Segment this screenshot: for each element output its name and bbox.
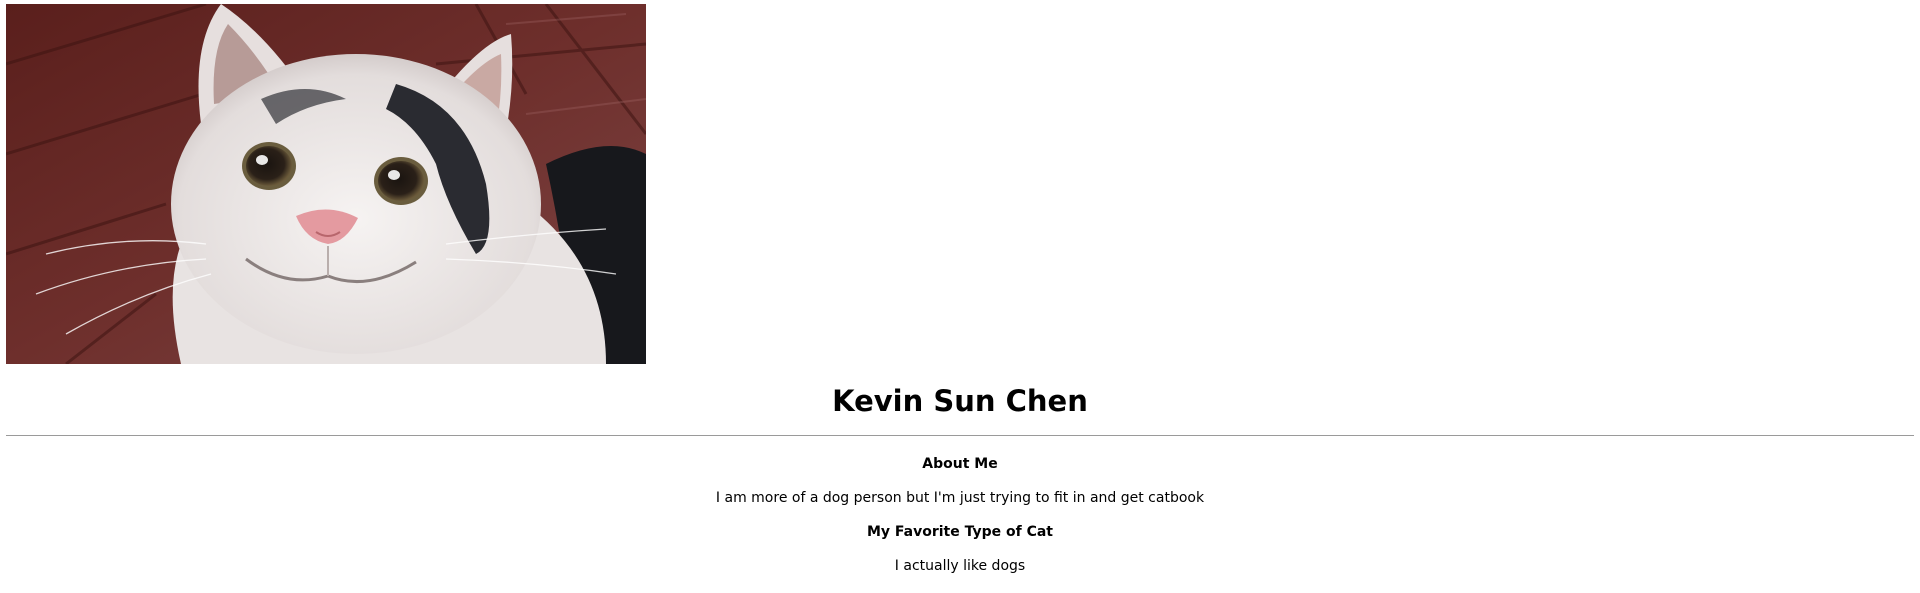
about-me-heading: About Me — [922, 456, 998, 472]
cat-photo — [6, 4, 646, 364]
favorite-cat-heading: My Favorite Type of Cat — [866, 524, 1054, 540]
about-me-text: I am more of a dog person but I'm just t… — [715, 490, 1205, 506]
favorite-cat-text: I actually like dogs — [894, 558, 1026, 574]
profile-page: Kevin Sun Chen About Me I am more of a d… — [0, 0, 1920, 593]
profile-picture — [6, 4, 646, 364]
section-divider — [6, 435, 1914, 436]
profile-name: Kevin Sun Chen — [832, 384, 1088, 418]
